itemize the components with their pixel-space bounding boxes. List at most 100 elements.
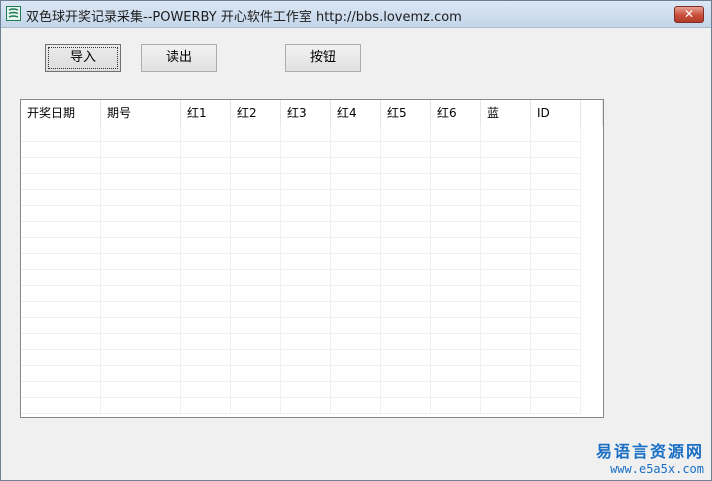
generic-button[interactable]: 按钮 <box>285 44 361 72</box>
table-cell <box>181 350 231 366</box>
table-cell <box>21 302 101 318</box>
table-cell <box>101 334 181 350</box>
table-cell <box>231 350 281 366</box>
table-cell <box>481 206 531 222</box>
table-cell <box>331 286 381 302</box>
table-cell <box>431 174 481 190</box>
table-row <box>21 366 603 382</box>
table-cell <box>21 222 101 238</box>
table-row <box>21 206 603 222</box>
table-cell <box>331 398 381 414</box>
table-cell <box>21 142 101 158</box>
table-cell <box>431 126 481 142</box>
table-cell <box>331 318 381 334</box>
table-cell <box>181 302 231 318</box>
table-cell <box>381 286 431 302</box>
table-cell <box>101 398 181 414</box>
table-cell <box>181 366 231 382</box>
table-cell <box>21 334 101 350</box>
table-cell <box>21 366 101 382</box>
table-cell <box>281 382 331 398</box>
table-cell <box>231 238 281 254</box>
table-cell <box>21 158 101 174</box>
table-cell <box>531 238 581 254</box>
column-header[interactable]: 红4 <box>331 100 381 126</box>
table-cell <box>331 238 381 254</box>
table-cell <box>531 382 581 398</box>
table-cell <box>381 318 431 334</box>
column-header[interactable]: 蓝 <box>481 100 531 126</box>
table-cell <box>21 126 101 142</box>
table-cell <box>481 302 531 318</box>
records-table[interactable]: 开奖日期 期号 红1 红2 红3 红4 红5 红6 蓝 ID <box>20 99 604 418</box>
table-cell <box>21 318 101 334</box>
table-cell <box>331 334 381 350</box>
table-cell <box>481 126 531 142</box>
table-cell <box>331 366 381 382</box>
table-cell <box>331 126 381 142</box>
table-cell <box>481 190 531 206</box>
table-cell <box>331 270 381 286</box>
table-cell <box>281 366 331 382</box>
table-cell <box>331 222 381 238</box>
table-cell <box>281 254 331 270</box>
title-bar[interactable]: 双色球开奖记录采集--POWERBY 开心软件工作室 http://bbs.lo… <box>1 1 711 28</box>
table-cell <box>231 142 281 158</box>
table-cell <box>381 302 431 318</box>
table-cell <box>281 334 331 350</box>
table-row <box>21 286 603 302</box>
table-cell <box>531 350 581 366</box>
table-cell <box>481 222 531 238</box>
table-cell <box>21 398 101 414</box>
table-cell <box>181 286 231 302</box>
close-button[interactable]: ✕ <box>674 6 704 23</box>
table-cell <box>281 158 331 174</box>
table-cell <box>381 366 431 382</box>
table-cell <box>21 190 101 206</box>
table-cell <box>101 286 181 302</box>
column-header[interactable]: ID <box>531 100 581 126</box>
table-cell <box>481 142 531 158</box>
table-cell <box>281 190 331 206</box>
table-cell <box>101 318 181 334</box>
table-cell <box>231 366 281 382</box>
column-header[interactable]: 红3 <box>281 100 331 126</box>
table-cell <box>281 142 331 158</box>
table-cell <box>481 270 531 286</box>
table-cell <box>181 158 231 174</box>
table-cell <box>331 350 381 366</box>
table-cell <box>231 270 281 286</box>
table-cell <box>21 174 101 190</box>
table-cell <box>281 318 331 334</box>
table-cell <box>331 190 381 206</box>
table-cell <box>531 142 581 158</box>
table-cell <box>531 158 581 174</box>
table-cell <box>431 382 481 398</box>
table-cell <box>231 334 281 350</box>
table-cell <box>101 254 181 270</box>
column-header-filler <box>581 100 603 126</box>
window-title: 双色球开奖记录采集--POWERBY 开心软件工作室 http://bbs.lo… <box>26 10 462 25</box>
column-header[interactable]: 红5 <box>381 100 431 126</box>
table-cell <box>331 302 381 318</box>
table-row <box>21 190 603 206</box>
app-icon <box>6 6 21 21</box>
table-cell <box>21 254 101 270</box>
table-cell <box>481 158 531 174</box>
table-cell <box>431 158 481 174</box>
column-header[interactable]: 开奖日期 <box>21 100 101 126</box>
table-cell <box>281 206 331 222</box>
read-button[interactable]: 读出 <box>141 44 217 72</box>
column-header[interactable]: 红6 <box>431 100 481 126</box>
column-header[interactable]: 红2 <box>231 100 281 126</box>
table-cell <box>381 174 431 190</box>
column-header[interactable]: 期号 <box>101 100 181 126</box>
table-cell <box>181 238 231 254</box>
column-header[interactable]: 红1 <box>181 100 231 126</box>
table-cell <box>431 270 481 286</box>
table-cell <box>101 302 181 318</box>
table-row <box>21 302 603 318</box>
table-cell <box>431 398 481 414</box>
import-button[interactable]: 导入 <box>45 44 121 72</box>
table-header: 开奖日期 期号 红1 红2 红3 红4 红5 红6 蓝 ID <box>21 100 603 126</box>
